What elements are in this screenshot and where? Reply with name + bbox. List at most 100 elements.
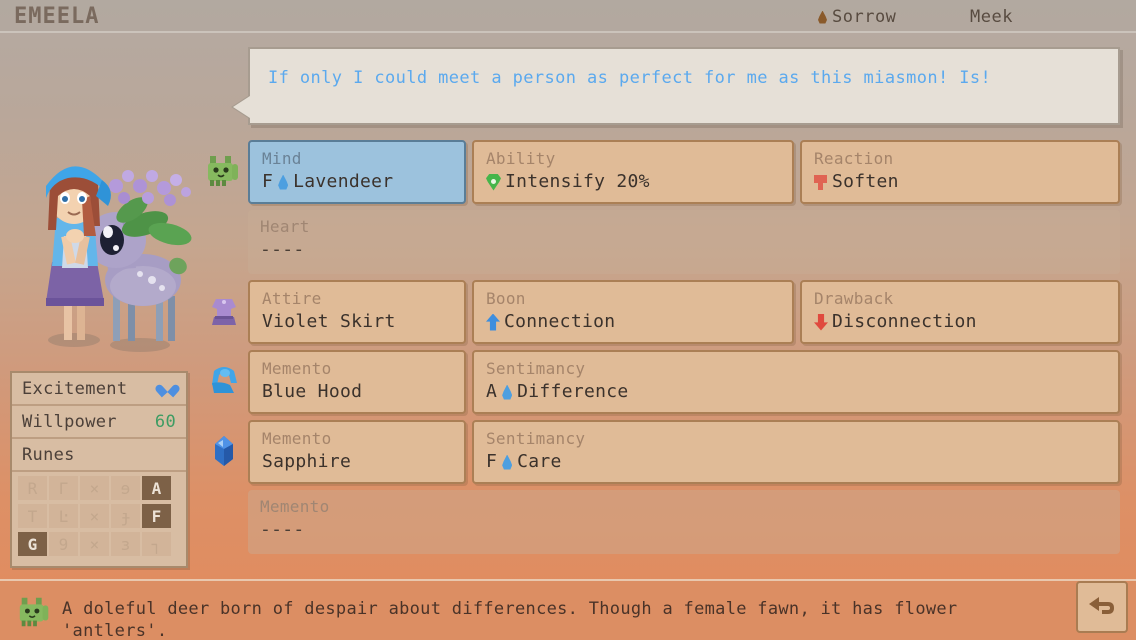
card-drawback-2-value: Disconnection bbox=[814, 310, 1108, 334]
red-funnel-icon bbox=[814, 174, 827, 191]
card-boon-2[interactable]: Boon Connection bbox=[472, 280, 794, 344]
status-panel: Excitement Willpower 60 Runes R Γ × ɘ A T Ŀ × ɟ F… bbox=[10, 371, 188, 568]
description-bar: A doleful deer born of despair about dif… bbox=[0, 579, 1136, 640]
card-memento-4-text: Sapphire bbox=[262, 451, 352, 472]
card-memento-5-text: ---- bbox=[260, 519, 305, 540]
runes-grid[interactable]: R Γ × ɘ A T Ŀ × ɟ F G 9 × ɜ ┐ bbox=[12, 472, 186, 566]
card-ability-0-value: Intensify 20% bbox=[486, 170, 782, 194]
blue-heart-icon bbox=[160, 382, 176, 396]
card-mind-0-value: F Lavendeer bbox=[262, 170, 454, 194]
card-sentimancy-4-label: Sentimancy bbox=[486, 429, 586, 448]
status-badge-sorrow: Sorrow bbox=[818, 7, 896, 27]
card-heart-1-label: Heart bbox=[260, 217, 310, 236]
rune-cell[interactable]: ɘ bbox=[111, 476, 140, 500]
rune-cell[interactable]: × bbox=[80, 504, 109, 528]
back-button[interactable] bbox=[1076, 581, 1128, 633]
card-ability-0[interactable]: Ability Intensify 20% bbox=[472, 140, 794, 204]
card-memento-3-label: Memento bbox=[262, 359, 332, 378]
dialogue-bubble[interactable]: If only I could meet a person as perfect… bbox=[248, 47, 1120, 125]
top-bar: EMEELA Sorrow Meek bbox=[0, 0, 1136, 33]
card-reaction-0[interactable]: Reaction Soften bbox=[800, 140, 1120, 204]
rune-row: G 9 × ɜ ┐ bbox=[18, 531, 180, 557]
card-ability-0-text: Intensify 20% bbox=[505, 171, 650, 192]
character-sprite bbox=[46, 166, 192, 352]
card-attire-2-text: Violet Skirt bbox=[262, 311, 396, 332]
card-sentimancy-3-prefix: A bbox=[486, 381, 498, 402]
rune-cell[interactable]: 9 bbox=[49, 532, 78, 556]
card-heart-1-value: ---- bbox=[260, 238, 1110, 262]
card-drawback-2-label: Drawback bbox=[814, 289, 894, 308]
card-ability-0-label: Ability bbox=[486, 149, 556, 168]
rune-row: T Ŀ × ɟ F bbox=[18, 503, 180, 529]
card-memento-3-value: Blue Hood bbox=[262, 380, 454, 404]
card-mind-0[interactable]: Mind F Lavendeer bbox=[248, 140, 466, 204]
card-reaction-0-text: Soften bbox=[832, 171, 899, 192]
rune-cell[interactable]: Γ bbox=[49, 476, 78, 500]
card-memento-4-value: Sapphire bbox=[262, 450, 454, 474]
card-sentimancy-4-value: F Care bbox=[486, 450, 1108, 474]
card-sentimancy-4-name: Care bbox=[517, 451, 562, 472]
card-reaction-0-label: Reaction bbox=[814, 149, 894, 168]
rune-row: R Γ × ɘ A bbox=[18, 475, 180, 501]
page-title: EMEELA bbox=[14, 4, 100, 29]
rune-cell[interactable]: R bbox=[18, 476, 47, 500]
rune-cell-active[interactable]: F bbox=[142, 504, 171, 528]
card-sentimancy-4[interactable]: Sentimancy F Care bbox=[472, 420, 1120, 484]
card-memento-5-label: Memento bbox=[260, 497, 330, 516]
rune-cell[interactable]: ┐ bbox=[142, 532, 171, 556]
willpower-value: 60 bbox=[154, 411, 176, 432]
dialogue-text: If only I could meet a person as perfect… bbox=[268, 68, 992, 88]
water-drop-icon bbox=[278, 175, 288, 190]
card-drawback-2[interactable]: Drawback Disconnection bbox=[800, 280, 1120, 344]
card-memento-5-value: ---- bbox=[260, 518, 1110, 542]
card-sentimancy-3[interactable]: Sentimancy A Difference bbox=[472, 350, 1120, 414]
rune-cell[interactable]: Ŀ bbox=[49, 504, 78, 528]
status-badge-meek-label: Meek bbox=[970, 7, 1013, 27]
willpower-row: Willpower 60 bbox=[12, 406, 186, 439]
card-heart-1-text: ---- bbox=[260, 239, 305, 260]
water-drop-icon bbox=[502, 385, 512, 400]
creature-icon bbox=[16, 593, 54, 631]
game-screen: EMEELA Sorrow Meek If only I could meet … bbox=[0, 0, 1136, 640]
rune-cell[interactable]: ɜ bbox=[111, 532, 140, 556]
excitement-label: Excitement bbox=[22, 378, 128, 399]
card-sentimancy-3-name: Difference bbox=[517, 381, 629, 402]
rune-cell[interactable]: ɟ bbox=[111, 504, 140, 528]
back-arrow-icon bbox=[1089, 597, 1114, 614]
rune-cell[interactable]: T bbox=[18, 504, 47, 528]
rune-cell[interactable]: × bbox=[80, 532, 109, 556]
card-reaction-0-value: Soften bbox=[814, 170, 1108, 194]
card-boon-2-value: Connection bbox=[486, 310, 782, 334]
status-badge-sorrow-label: Sorrow bbox=[832, 7, 897, 27]
rune-cell[interactable]: × bbox=[80, 476, 109, 500]
card-sentimancy-4-prefix: F bbox=[486, 451, 498, 472]
card-mind-0-label: Mind bbox=[262, 149, 302, 168]
sapphire-gem-icon bbox=[204, 431, 244, 471]
water-drop-icon bbox=[818, 11, 827, 24]
card-boon-2-text: Connection bbox=[504, 311, 616, 332]
card-drawback-2-text: Disconnection bbox=[832, 311, 977, 332]
water-drop-icon bbox=[502, 455, 512, 470]
card-mind-0-name: Lavendeer bbox=[293, 171, 394, 192]
violet-skirt-icon bbox=[204, 291, 244, 331]
card-memento-4-label: Memento bbox=[262, 429, 332, 448]
status-badge-meek: Meek bbox=[970, 7, 1013, 27]
willpower-label: Willpower bbox=[22, 411, 117, 432]
card-sentimancy-3-value: A Difference bbox=[486, 380, 1108, 404]
card-memento-4[interactable]: Memento Sapphire bbox=[248, 420, 466, 484]
green-gem-icon bbox=[486, 174, 501, 191]
red-down-arrow-icon bbox=[814, 314, 828, 331]
card-sentimancy-3-label: Sentimancy bbox=[486, 359, 586, 378]
blue-hood-icon bbox=[204, 361, 244, 401]
card-memento-3-text: Blue Hood bbox=[262, 381, 363, 402]
rune-cell-active[interactable]: A bbox=[142, 476, 171, 500]
card-memento-3[interactable]: Memento Blue Hood bbox=[248, 350, 466, 414]
description-text: A doleful deer born of despair about dif… bbox=[62, 599, 958, 640]
card-attire-2[interactable]: Attire Violet Skirt bbox=[248, 280, 466, 344]
card-memento-5: Memento ---- bbox=[248, 490, 1120, 554]
blue-up-arrow-icon bbox=[486, 314, 500, 331]
rune-cell-active[interactable]: G bbox=[18, 532, 47, 556]
runes-label: Runes bbox=[22, 444, 75, 465]
card-attire-2-value: Violet Skirt bbox=[262, 310, 454, 334]
card-attire-2-label: Attire bbox=[262, 289, 322, 308]
